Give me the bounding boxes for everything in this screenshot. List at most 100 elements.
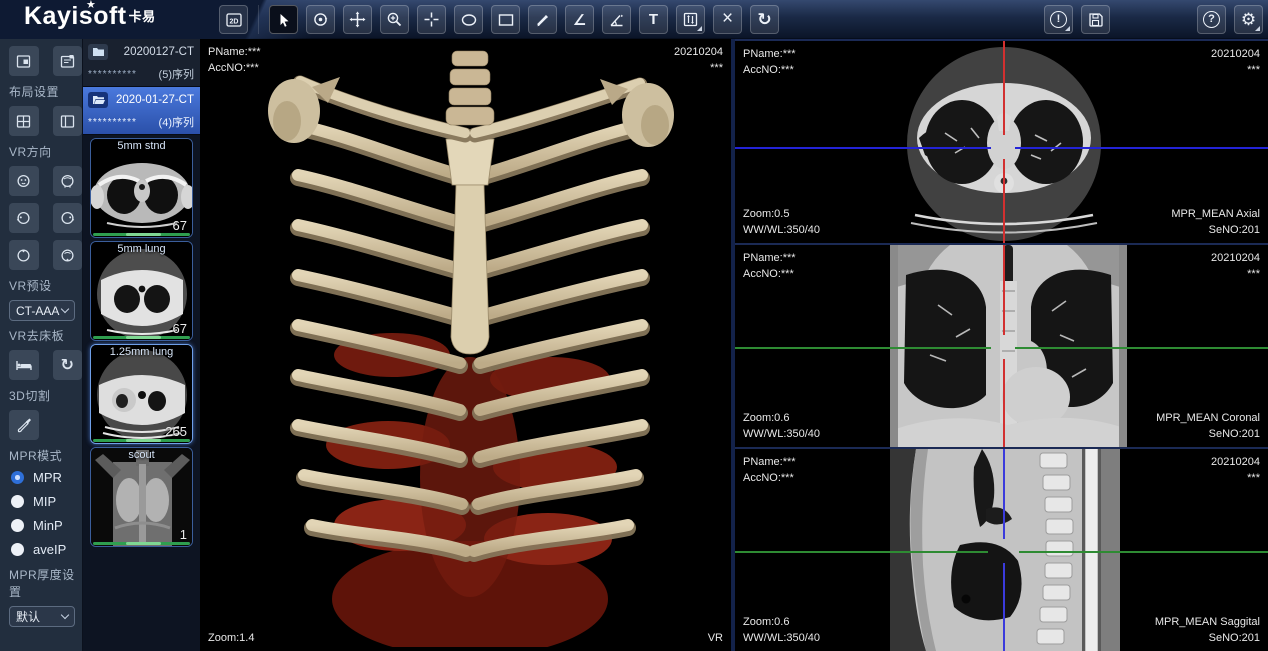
info-icon: ! [1050, 11, 1067, 28]
top-toolbar: Kayisoft★卡易 2D [0, 0, 1268, 39]
magnifier-plus-icon [386, 11, 403, 28]
layout-custom-button[interactable] [53, 46, 83, 76]
cursor-tool-button[interactable] [269, 5, 298, 34]
mpr-sagittal-viewport[interactable]: PName:***AccNO:*** 20210204*** Zoom:0.6W… [735, 447, 1268, 651]
measure-line-button[interactable] [528, 5, 557, 34]
axial-crosshair-horizontal-left[interactable] [735, 147, 991, 149]
mpr-thickness-select[interactable]: 默认 [9, 606, 75, 627]
head-anterior-icon [15, 173, 32, 190]
vr-preset-value: CT-AAA [16, 304, 59, 318]
study-title: 2020-01-27-CT [113, 94, 194, 106]
series-thumb-5mm-stnd[interactable]: 5mm stnd 67 [90, 138, 193, 238]
vr-orient-left-button[interactable] [9, 203, 39, 233]
radio-label: MinP [33, 518, 63, 533]
main-tools: 2D [219, 5, 779, 34]
text-annotation-button[interactable]: T [639, 5, 668, 34]
sagittal-crosshair-horizontal-left[interactable] [735, 551, 988, 553]
vr-preset-label: VR预设 [9, 277, 82, 294]
sagittal-crosshair-vertical-top[interactable] [1003, 449, 1005, 539]
window-level-icon [682, 11, 699, 28]
radio-label: MPR [33, 470, 62, 485]
coronal-study-overlay: 20210204*** [1211, 250, 1260, 282]
layout-section-label: 布局设置 [9, 83, 82, 100]
axial-mode-overlay: MPR_MEAN AxialSeNO:201 [1171, 206, 1260, 238]
crosshair-icon [423, 11, 440, 28]
settings-button[interactable]: ⚙ [1234, 5, 1263, 34]
vr-reset-button[interactable]: ↻ [53, 350, 83, 380]
axial-study-overlay: 20210204*** [1211, 46, 1260, 78]
thumb-progress-bar [93, 233, 190, 236]
reset-icon: ↻ [61, 355, 74, 375]
axial-zoom-overlay: Zoom:0.5WW/WL:350/40 [743, 206, 820, 238]
custom-layout-icon [59, 53, 76, 70]
vr-orient-superior-button[interactable] [9, 240, 39, 270]
angle-tool-button[interactable]: ∠ [565, 5, 594, 34]
head-inferior-icon [59, 247, 76, 264]
help-button[interactable]: ? [1197, 5, 1226, 34]
study-series-count: (5)序列 [159, 66, 194, 82]
layout-grid-2x2-button[interactable] [9, 106, 39, 136]
layout-left-panel-button[interactable] [53, 106, 83, 136]
series-thumb-scout[interactable]: scout 1 [90, 447, 193, 547]
vr-orient-right-button[interactable] [53, 203, 83, 233]
folder-closed-icon [88, 44, 108, 60]
vr-orient-anterior-button[interactable] [9, 166, 39, 196]
coronal-crosshair-horizontal-right[interactable] [1015, 347, 1268, 349]
vr-preset-select[interactable]: CT-AAA [9, 300, 75, 321]
coronal-crosshair-vertical-top[interactable] [1003, 245, 1005, 335]
cine-scroll-button[interactable] [306, 5, 335, 34]
window-level-button[interactable] [676, 5, 705, 34]
delete-annotation-button[interactable]: × [713, 5, 742, 34]
rectangle-roi-button[interactable] [491, 5, 520, 34]
reset-icon: ↻ [757, 10, 771, 30]
brand-name-cn: 卡易 [129, 9, 156, 24]
remove-bed-button[interactable] [9, 350, 39, 380]
axial-crosshair-vertical-top[interactable] [1003, 41, 1005, 135]
axial-crosshair-horizontal-right[interactable] [1015, 147, 1268, 149]
sagittal-crosshair-vertical-bottom[interactable] [1003, 563, 1005, 651]
mpr-mode-radio-mpr[interactable]: MPR [11, 470, 82, 485]
scalpel-cut-button[interactable] [9, 410, 39, 440]
reset-view-button[interactable]: ↻ [750, 5, 779, 34]
view-2d-button[interactable]: 2D [219, 5, 248, 34]
sagittal-crosshair-horizontal-right[interactable] [1019, 551, 1268, 553]
mpr-mode-radio-minp[interactable]: MinP [11, 518, 82, 533]
mpr-coronal-viewport[interactable]: PName:***AccNO:*** 20210204*** Zoom:0.6W… [735, 243, 1268, 447]
save-button[interactable] [1081, 5, 1110, 34]
axial-patient-overlay: PName:***AccNO:*** [743, 46, 796, 78]
zoom-tool-button[interactable] [380, 5, 409, 34]
folder-open-icon [88, 92, 108, 108]
study-item-2[interactable]: 2020-01-27-CT ********** (4)序列 [83, 87, 200, 135]
layout-single-view-button[interactable] [9, 46, 39, 76]
crosshair-tool-button[interactable] [417, 5, 446, 34]
series-thumb-125mm-lung[interactable]: 1.25mm lung 265 [90, 344, 193, 444]
series-thumb-5mm-lung[interactable]: 5mm lung 67 [90, 241, 193, 341]
info-button[interactable]: ! [1044, 5, 1073, 34]
vr-orient-inferior-button[interactable] [53, 240, 83, 270]
ellipse-roi-button[interactable] [454, 5, 483, 34]
mpr-mode-radio-mip[interactable]: MIP [11, 494, 82, 509]
vr-viewport[interactable]: PName:*** AccNO:*** 20210204 *** Zoom:1.… [200, 39, 733, 651]
coronal-crosshair-vertical-bottom[interactable] [1003, 359, 1005, 447]
angle-icon: ∠ [573, 11, 586, 29]
single-view-icon [15, 53, 32, 70]
coronal-crosshair-horizontal-left[interactable] [735, 347, 991, 349]
thumb-image-count: 67 [173, 321, 187, 336]
mpr-axial-viewport[interactable]: PName:***AccNO:*** 20210204*** Zoom:0.5W… [735, 39, 1268, 243]
radio-icon [11, 519, 24, 532]
vr-orient-posterior-button[interactable] [53, 166, 83, 196]
system-tools: ? ⚙ [1197, 5, 1263, 34]
head-posterior-icon [59, 173, 76, 190]
study-item-1[interactable]: 20200127-CT ********** (5)序列 [83, 39, 200, 87]
cobb-angle-button[interactable] [602, 5, 631, 34]
mpr-column: PName:***AccNO:*** 20210204*** Zoom:0.5W… [733, 39, 1268, 651]
vr-stars: *** [674, 60, 723, 76]
cursor-icon [276, 12, 292, 28]
pan-tool-button[interactable] [343, 5, 372, 34]
vr-accno: AccNO:*** [208, 60, 261, 76]
study-title: 20200127-CT [113, 46, 194, 58]
report-tools: ! [1044, 5, 1110, 34]
axial-crosshair-vertical-bottom[interactable] [1003, 159, 1005, 243]
mpr-mode-radio-aveip[interactable]: aveIP [11, 542, 82, 557]
radio-label: MIP [33, 494, 56, 509]
